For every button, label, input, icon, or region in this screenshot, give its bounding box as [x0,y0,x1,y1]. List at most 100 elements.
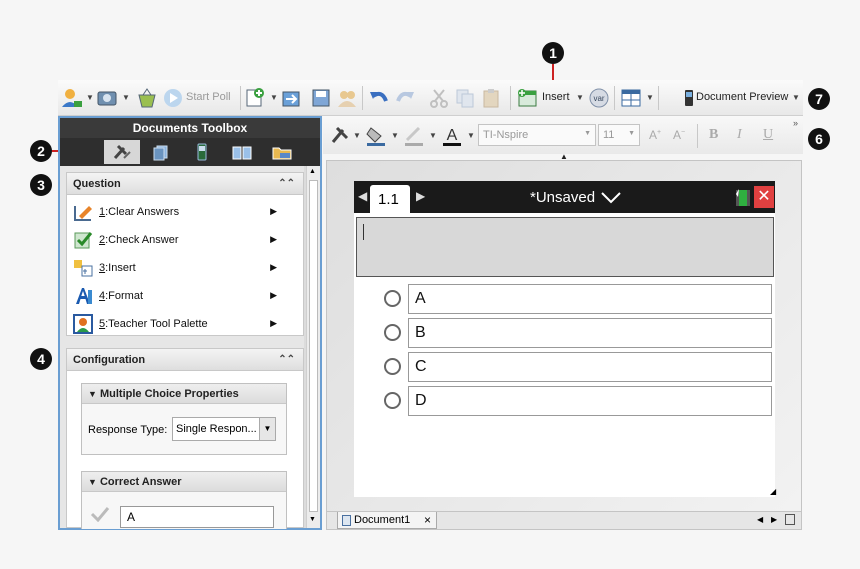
undo-icon[interactable] [368,87,390,109]
start-poll-icon[interactable] [162,87,184,109]
documents-toolbox: Documents Toolbox Question ⌃⌃ 1:Clear An… [58,116,322,530]
decrease-font-icon[interactable]: A− [673,128,685,142]
page-tab-label: 1.1 [378,191,399,208]
correct-answer-field[interactable]: A [120,506,274,528]
insert-button[interactable]: Insert [542,91,570,103]
chevron-down-icon[interactable]: ▼ [792,93,800,102]
chevron-down-icon[interactable]: ▼ [86,93,94,102]
copy-icon[interactable] [454,87,476,109]
next-document-icon[interactable]: ▶ [771,515,777,524]
resize-corner-icon[interactable]: ◢ [770,487,776,496]
next-page-icon[interactable]: ▶ [416,189,425,203]
tab-utilities[interactable] [224,140,260,164]
chevron-down-icon[interactable]: ▼ [646,93,654,102]
menu-item-label: :Format [105,290,144,302]
document-preview-button[interactable]: Document Preview [696,91,788,103]
chevron-down-icon[interactable]: ▼ [576,93,584,102]
page-tab[interactable]: 1.1 [370,185,410,213]
radio-button[interactable] [384,290,401,307]
bold-button[interactable]: B [709,127,718,143]
basket-icon[interactable] [136,87,158,109]
prev-document-icon[interactable]: ◀ [757,515,763,524]
save-icon[interactable] [310,87,332,109]
close-icon[interactable]: ✕ [754,186,774,208]
radio-button[interactable] [384,358,401,375]
radio-button[interactable] [384,392,401,409]
underline-button[interactable]: U [763,127,773,143]
scrollbar-thumb[interactable] [309,180,318,512]
menu-item-insert[interactable]: 3:Insert ▶ [67,254,303,282]
chevron-down-icon[interactable]: ▼ [353,131,361,140]
chevron-down-icon[interactable]: ▼ [270,93,278,102]
choice-row[interactable]: A [384,284,774,314]
document-title: *Unsaved [530,189,596,206]
scroll-up-icon[interactable]: ▲ [309,168,316,175]
multiple-choice-properties: ▼ Multiple Choice Properties Response Ty… [81,383,287,455]
user-icon[interactable] [60,87,82,109]
var-icon[interactable]: var [588,87,610,109]
chevron-down-icon[interactable]: ▼ [467,131,475,140]
choice-row[interactable]: B [384,318,774,348]
correct-answer-header[interactable]: ▼ Correct Answer [82,472,286,492]
tab-document-tools[interactable] [104,140,140,164]
choice-row[interactable]: C [384,352,774,382]
tools-icon[interactable] [329,124,351,146]
document-tab-label: Document1 [354,514,411,526]
text-color-icon[interactable]: A [441,124,463,146]
configuration-panel-header[interactable]: Configuration ⌃⌃ [67,349,303,371]
insert-icon [73,258,93,278]
cut-icon[interactable] [428,87,450,109]
menu-item-clear-answers[interactable]: 1:Clear Answers ▶ [67,198,303,226]
tab-page-sorter[interactable] [144,140,180,164]
font-select[interactable]: TI-Nspire ▼ [478,124,596,146]
choice-row[interactable]: D [384,386,774,416]
italic-button[interactable]: I [737,127,742,143]
configuration-panel: Configuration ⌃⌃ ▼ Multiple Choice Prope… [66,348,304,529]
page-header: ◀ 1.1 ▶ *Unsaved ✕ [354,181,775,213]
size-select[interactable]: 11 ▼ [598,124,640,146]
menu-item-label: :Insert [105,262,136,274]
redo-icon[interactable] [394,87,416,109]
insert-icon[interactable] [516,87,538,109]
tab-content[interactable] [264,140,300,164]
radio-button[interactable] [384,324,401,341]
toolbox-scrollbar[interactable]: ▲ ▼ [306,166,320,528]
chevron-down-icon[interactable]: ▼ [122,93,130,102]
question-panel-header[interactable]: Question ⌃⌃ [67,173,303,195]
choice-field[interactable]: D [408,386,772,416]
paste-icon[interactable] [480,87,502,109]
question-field[interactable] [356,217,774,277]
collapse-icon[interactable]: ⌃⌃ [278,349,295,371]
title-dropdown-icon[interactable] [600,189,622,210]
size-value: 11 [603,129,615,141]
layout-icon[interactable] [620,87,642,109]
people-icon[interactable] [336,87,358,109]
document-tab[interactable]: Document1 × [337,512,437,529]
transfer-icon[interactable] [280,87,302,109]
tab-emulator[interactable] [184,140,220,164]
response-type-select[interactable]: Single Respon... ▼ [172,417,276,441]
increase-font-icon[interactable]: A+ [649,128,661,142]
collapse-icon[interactable]: ⌃⌃ [278,173,295,195]
chevron-down-icon[interactable]: ▼ [429,131,437,140]
fill-color-icon[interactable] [365,124,387,146]
prev-page-icon[interactable]: ◀ [358,189,367,203]
choice-field[interactable]: A [408,284,772,314]
document-page: ◀ 1.1 ▶ *Unsaved ✕ A B C D ◢ [354,181,776,497]
choice-field[interactable]: B [408,318,772,348]
add-page-icon[interactable] [244,87,266,109]
grid-view-icon[interactable] [785,514,795,525]
overflow-icon[interactable]: » [793,118,798,128]
mc-properties-header[interactable]: ▼ Multiple Choice Properties [82,384,286,404]
menu-item-teacher-tool-palette[interactable]: 5:Teacher Tool Palette ▶ [67,310,303,338]
line-color-icon[interactable] [403,124,425,146]
chevron-down-icon[interactable]: ▼ [391,131,399,140]
close-tab-icon[interactable]: × [424,513,431,527]
choice-field[interactable]: C [408,352,772,382]
camera-icon[interactable] [96,87,118,109]
menu-item-check-answer[interactable]: 2:Check Answer ▶ [67,226,303,254]
text-cursor [363,224,364,240]
start-poll-button[interactable]: Start Poll [186,91,231,103]
scroll-down-icon[interactable]: ▼ [309,516,316,523]
menu-item-format[interactable]: 4:Format ▶ [67,282,303,310]
